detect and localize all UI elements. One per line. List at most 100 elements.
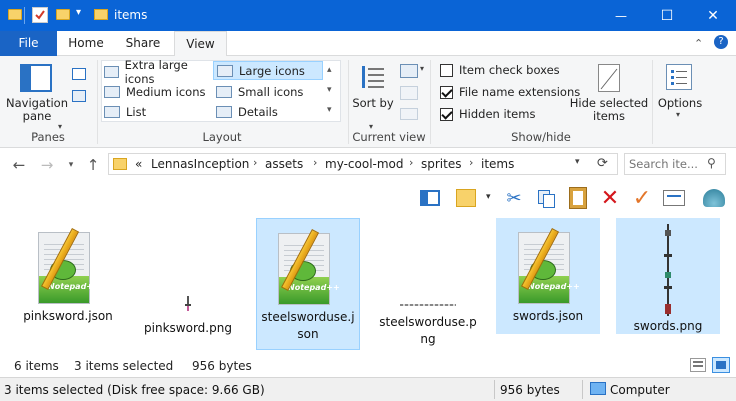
copy-button[interactable]: [534, 186, 558, 210]
large-icons-view-icon[interactable]: [712, 357, 730, 373]
shell-button[interactable]: [702, 186, 726, 210]
hidden-items-label: Hidden items: [459, 107, 536, 121]
file-name-extensions-toggle[interactable]: File name extensions: [440, 82, 580, 102]
hide-selected-items-icon[interactable]: [598, 64, 620, 92]
ribbon-divider: [97, 60, 98, 144]
file-item[interactable]: steelsworduse.png: [376, 218, 480, 350]
minimize-icon: —: [615, 8, 627, 23]
help-icon[interactable]: ?: [714, 35, 728, 49]
sort-by-button[interactable]: Sort by: [352, 97, 394, 110]
file-item[interactable]: pinksword.png: [136, 218, 240, 335]
hidden-items-toggle[interactable]: Hidden items: [440, 104, 535, 124]
breadcrumb-sprites[interactable]: sprites: [421, 157, 461, 171]
tab-view[interactable]: View: [174, 31, 227, 57]
customize-toolbar-icon[interactable]: ▾: [76, 7, 81, 18]
navigation-pane-button[interactable]: Navigation pane: [4, 97, 70, 123]
details-pane-icon[interactable]: [72, 90, 86, 102]
file-name: swords.png: [633, 319, 703, 333]
address-history-icon[interactable]: ▾: [575, 157, 580, 167]
breadcrumb-assets[interactable]: assets: [265, 157, 303, 171]
layout-large-icons[interactable]: Large icons: [213, 61, 323, 80]
options-button[interactable]: Options: [654, 97, 706, 110]
search-input[interactable]: [629, 156, 703, 172]
forward-button[interactable]: →: [36, 154, 58, 176]
layout-list[interactable]: List: [104, 102, 212, 121]
folder-icon: [8, 9, 22, 20]
breadcrumb-separator[interactable]: ›: [253, 156, 257, 169]
breadcrumb-my-cool-mod[interactable]: my-cool-mod: [325, 157, 404, 171]
chevron-down-icon[interactable]: ▾: [486, 192, 491, 202]
folder-icon: [113, 158, 127, 170]
info-bar: 6 items 3 items selected 956 bytes: [0, 354, 736, 377]
group-by-icon[interactable]: [400, 64, 418, 78]
details-icon: [216, 105, 232, 118]
breadcrumb-overflow[interactable]: «: [135, 157, 142, 171]
refresh-icon[interactable]: ⟳: [597, 156, 608, 171]
layout-scroll[interactable]: ▴ ▾ ▾: [327, 60, 332, 120]
search-box[interactable]: ⚲: [624, 153, 726, 175]
file-item-selected[interactable]: Notepad++ swords.json: [496, 218, 600, 334]
up-button[interactable]: ↑: [82, 154, 104, 176]
minimize-button[interactable]: —: [598, 0, 644, 31]
file-name: pinksword.json: [23, 309, 113, 323]
maximize-button[interactable]: ☐: [644, 0, 690, 31]
breadcrumb-items[interactable]: items: [481, 157, 514, 171]
rename-button[interactable]: ✓: [630, 185, 654, 211]
tab-file[interactable]: File: [0, 31, 57, 56]
paste-button[interactable]: [566, 186, 590, 210]
item-check-boxes-toggle[interactable]: Item check boxes: [440, 60, 560, 80]
delete-button[interactable]: ✕: [598, 186, 622, 211]
selection-count: 3 items selected: [74, 359, 174, 373]
breadcrumb-separator[interactable]: ›: [469, 156, 473, 169]
file-item-selected[interactable]: Notepad++ steelsworduse.json: [256, 218, 360, 350]
breadcrumb-separator[interactable]: ›: [313, 156, 317, 169]
preview-pane-toggle[interactable]: [418, 186, 442, 210]
layout-item-label: Large icons: [239, 63, 305, 78]
panes-group-label: Panes: [31, 130, 65, 144]
layout-small-icons[interactable]: Small icons: [216, 82, 324, 101]
new-folder-icon[interactable]: [56, 9, 70, 20]
close-icon: ✕: [707, 7, 719, 24]
close-button[interactable]: ✕: [690, 0, 736, 31]
file-list: Notepad++ pinksword.json pinksword.png N…: [0, 214, 736, 354]
file-name: steelsworduse.png: [379, 315, 477, 346]
tab-share[interactable]: Share: [116, 31, 170, 56]
breadcrumb-lennasinception[interactable]: LennasInception: [151, 157, 249, 171]
medium-icons-icon: [104, 85, 120, 98]
status-location: Computer: [610, 383, 670, 397]
navigation-pane-icon[interactable]: [20, 64, 52, 92]
properties-button[interactable]: [662, 186, 686, 210]
ribbon-divider: [348, 60, 349, 144]
tab-home[interactable]: Home: [60, 31, 112, 56]
new-folder-button[interactable]: [454, 186, 478, 210]
layout-extra-large-icons[interactable]: Extra large icons: [104, 58, 212, 86]
layout-medium-icons[interactable]: Medium icons: [104, 82, 212, 101]
collapse-ribbon-icon[interactable]: ⌃: [694, 37, 703, 50]
properties-icon: [663, 190, 685, 206]
titlebar-divider: [24, 7, 25, 24]
size-columns-icon[interactable]: [400, 108, 418, 120]
notepad-plus-plus-icon: Notepad++: [36, 228, 100, 308]
status-divider: [494, 380, 495, 399]
checkmark-icon: ✓: [632, 185, 652, 211]
file-item-selected[interactable]: swords.png: [616, 218, 720, 334]
options-icon[interactable]: [666, 64, 692, 90]
details-view-icon[interactable]: [690, 358, 706, 372]
hide-selected-items-button[interactable]: Hide selected items: [568, 97, 650, 123]
ribbon-tab-bar: File Home Share View ⌃ ?: [0, 31, 736, 57]
properties-icon[interactable]: [32, 7, 48, 23]
preview-pane-icon[interactable]: [72, 68, 86, 80]
back-button[interactable]: ←: [8, 154, 30, 176]
breadcrumb-separator[interactable]: ›: [409, 156, 413, 169]
computer-icon: [590, 382, 606, 395]
add-columns-icon[interactable]: [400, 86, 418, 100]
sort-by-icon[interactable]: [360, 62, 386, 92]
file-name: pinksword.png: [144, 321, 232, 335]
recent-locations-button[interactable]: ▾: [60, 154, 82, 176]
small-icons-icon: [216, 85, 232, 98]
file-item[interactable]: Notepad++ pinksword.json: [16, 218, 120, 328]
copy-icon: [536, 188, 556, 208]
layout-details[interactable]: Details: [216, 102, 324, 121]
cut-button[interactable]: ✂: [502, 186, 526, 210]
address-bar[interactable]: « LennasInception › assets › my-cool-mod…: [108, 153, 618, 175]
